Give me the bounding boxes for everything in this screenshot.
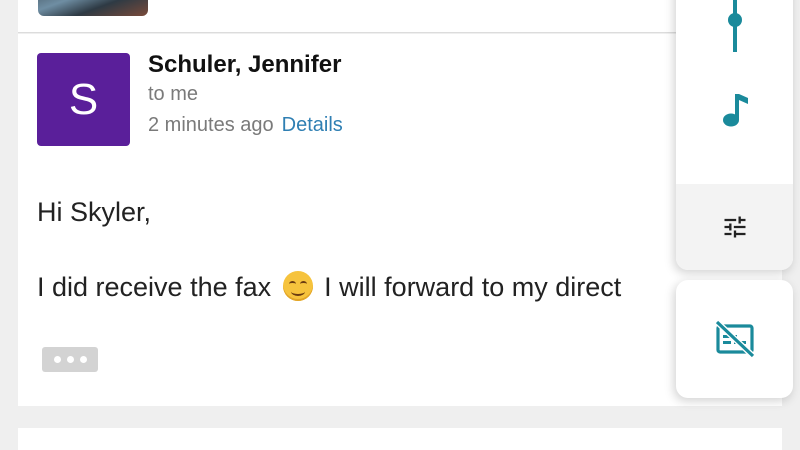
subtitles-off-icon (714, 319, 755, 359)
email-thread-view: S Schuler, Jennifer to me 2 minutes ago D… (0, 0, 800, 450)
sender-name: Schuler, Jennifer (148, 51, 342, 78)
message-meta: 2 minutes ago Details (148, 114, 343, 137)
next-message-card[interactable] (18, 428, 782, 450)
attachment-thumbnail[interactable] (38, 0, 148, 16)
show-trimmed-content-button[interactable] (42, 347, 98, 372)
slider-icon[interactable] (725, 0, 745, 60)
sender-avatar[interactable]: S (37, 53, 130, 146)
smiling-face-emoji (282, 271, 313, 301)
ellipsis-dot-icon (53, 356, 61, 363)
slider-button[interactable] (676, 0, 793, 60)
body-text-after-emoji: I will forward to my direct (324, 272, 622, 302)
previous-message-card[interactable] (18, 0, 782, 33)
tune-icon (724, 216, 745, 238)
avatar-letter: S (68, 74, 99, 124)
captions-toggle-button[interactable] (676, 280, 793, 398)
recipient-label: to me (148, 83, 199, 105)
ellipsis-dot-icon (79, 356, 87, 363)
message-body-line: I did receive the fax I will forward to … (37, 271, 621, 303)
timestamp: 2 minutes ago (148, 114, 274, 136)
body-text-before-emoji: I did receive the fax (37, 272, 272, 302)
tune-button[interactable] (676, 184, 793, 270)
audio-button[interactable] (676, 65, 793, 155)
message-greeting: Hi Skyler, (37, 197, 152, 227)
music-note-icon (722, 94, 748, 127)
floating-side-panel (676, 0, 793, 270)
message-card: S Schuler, Jennifer to me 2 minutes ago D… (18, 34, 782, 406)
ellipsis-dot-icon (66, 356, 74, 363)
details-link[interactable]: Details (282, 114, 343, 136)
